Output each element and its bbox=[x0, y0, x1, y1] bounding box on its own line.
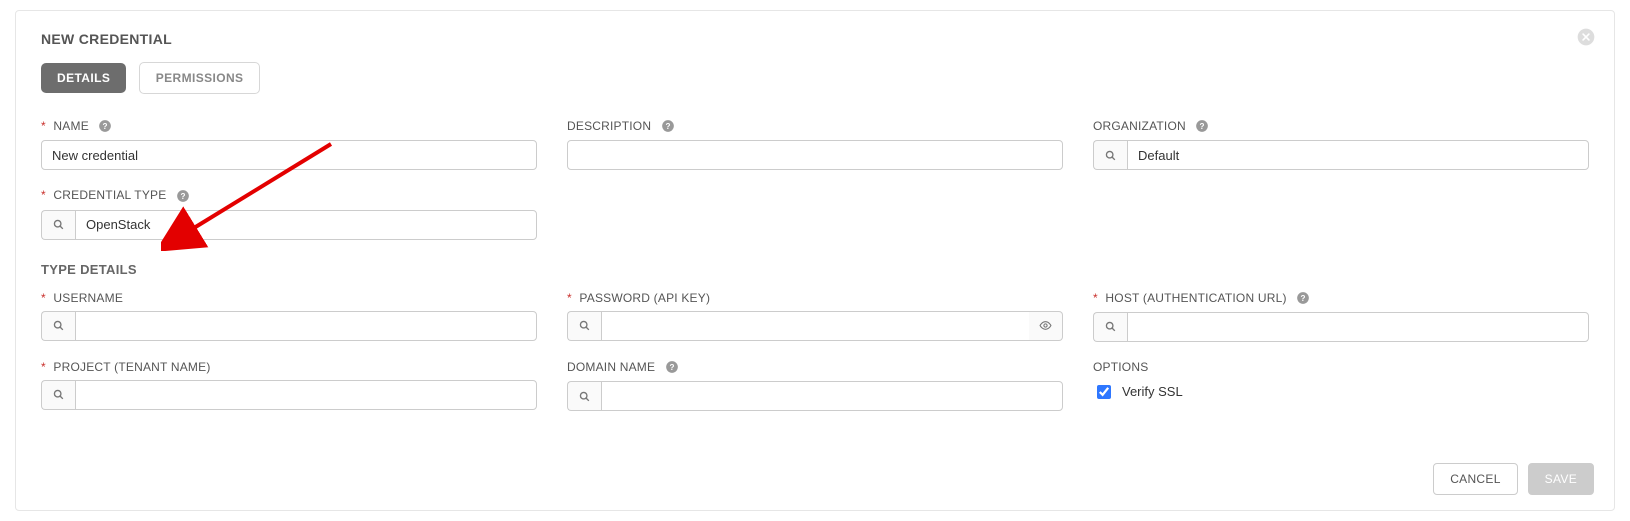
options-label: OPTIONS bbox=[1093, 360, 1589, 374]
search-icon[interactable] bbox=[41, 380, 75, 410]
search-icon[interactable] bbox=[567, 381, 601, 411]
type-details-heading: TYPE DETAILS bbox=[41, 262, 1589, 277]
name-input[interactable] bbox=[41, 140, 537, 170]
svg-text:?: ? bbox=[1200, 122, 1205, 131]
footer-actions: CANCEL SAVE bbox=[1433, 463, 1594, 495]
help-icon[interactable]: ? bbox=[176, 189, 190, 204]
form-row-3: * USERNAME * PASSWORD (API KEY) bbox=[41, 291, 1589, 342]
verify-ssl-label: Verify SSL bbox=[1122, 384, 1183, 399]
project-input[interactable] bbox=[75, 380, 537, 410]
cancel-button[interactable]: CANCEL bbox=[1433, 463, 1517, 495]
tab-permissions[interactable]: PERMISSIONS bbox=[139, 62, 261, 94]
field-name: * NAME ? bbox=[41, 119, 537, 170]
svg-text:?: ? bbox=[669, 363, 674, 372]
help-icon[interactable]: ? bbox=[1296, 291, 1310, 306]
field-domain: DOMAIN NAME ? bbox=[567, 360, 1063, 411]
required-marker: * bbox=[41, 291, 46, 305]
password-label: PASSWORD (API KEY) bbox=[579, 291, 710, 305]
field-credential-type: * CREDENTIAL TYPE ? bbox=[41, 188, 537, 239]
help-icon[interactable]: ? bbox=[661, 119, 675, 134]
form-row-4: * PROJECT (TENANT NAME) DOMAIN NAME bbox=[41, 360, 1589, 411]
search-icon[interactable] bbox=[41, 311, 75, 341]
host-input[interactable] bbox=[1127, 312, 1589, 342]
required-marker: * bbox=[41, 119, 46, 133]
search-icon[interactable] bbox=[41, 210, 75, 240]
required-marker: * bbox=[41, 188, 46, 202]
required-marker: * bbox=[567, 291, 572, 305]
svg-text:?: ? bbox=[103, 122, 108, 131]
search-icon[interactable] bbox=[1093, 140, 1127, 170]
help-icon[interactable]: ? bbox=[98, 119, 112, 134]
field-password: * PASSWORD (API KEY) bbox=[567, 291, 1063, 342]
help-icon[interactable]: ? bbox=[665, 360, 679, 375]
organization-input[interactable] bbox=[1127, 140, 1589, 170]
credential-type-input[interactable] bbox=[75, 210, 537, 240]
field-username: * USERNAME bbox=[41, 291, 537, 342]
description-label: DESCRIPTION bbox=[567, 119, 651, 133]
organization-label: ORGANIZATION bbox=[1093, 119, 1186, 133]
field-organization: ORGANIZATION ? bbox=[1093, 119, 1589, 170]
domain-input[interactable] bbox=[601, 381, 1063, 411]
new-credential-panel: NEW CREDENTIAL DETAILS PERMISSIONS * NAM… bbox=[15, 10, 1615, 511]
form-row-1: * NAME ? DESCRIPTION ? bbox=[41, 119, 1589, 170]
project-label: PROJECT (TENANT NAME) bbox=[53, 360, 210, 374]
required-marker: * bbox=[1093, 291, 1098, 305]
panel-title: NEW CREDENTIAL bbox=[41, 31, 1589, 47]
help-icon[interactable]: ? bbox=[1195, 119, 1209, 134]
field-project: * PROJECT (TENANT NAME) bbox=[41, 360, 537, 411]
field-description: DESCRIPTION ? bbox=[567, 119, 1063, 170]
host-label: HOST (AUTHENTICATION URL) bbox=[1105, 291, 1286, 305]
form-row-2: * CREDENTIAL TYPE ? bbox=[41, 188, 1589, 239]
search-icon[interactable] bbox=[1093, 312, 1127, 342]
required-marker: * bbox=[41, 360, 46, 374]
field-options: OPTIONS Verify SSL bbox=[1093, 360, 1589, 411]
username-label: USERNAME bbox=[53, 291, 123, 305]
password-input[interactable] bbox=[601, 311, 1029, 341]
close-icon[interactable] bbox=[1576, 27, 1596, 47]
svg-text:?: ? bbox=[180, 192, 185, 201]
verify-ssl-checkbox[interactable] bbox=[1097, 385, 1111, 399]
save-button[interactable]: SAVE bbox=[1528, 463, 1594, 495]
field-host: * HOST (AUTHENTICATION URL) ? bbox=[1093, 291, 1589, 342]
name-label: NAME bbox=[53, 119, 88, 133]
credential-type-label: CREDENTIAL TYPE bbox=[53, 188, 166, 202]
eye-icon[interactable] bbox=[1029, 311, 1063, 341]
tabs: DETAILS PERMISSIONS bbox=[41, 62, 1589, 94]
svg-text:?: ? bbox=[1301, 294, 1306, 303]
username-input[interactable] bbox=[75, 311, 537, 341]
search-icon[interactable] bbox=[567, 311, 601, 341]
svg-text:?: ? bbox=[665, 122, 670, 131]
tab-details[interactable]: DETAILS bbox=[41, 63, 126, 93]
domain-label: DOMAIN NAME bbox=[567, 360, 655, 374]
description-input[interactable] bbox=[567, 140, 1063, 170]
